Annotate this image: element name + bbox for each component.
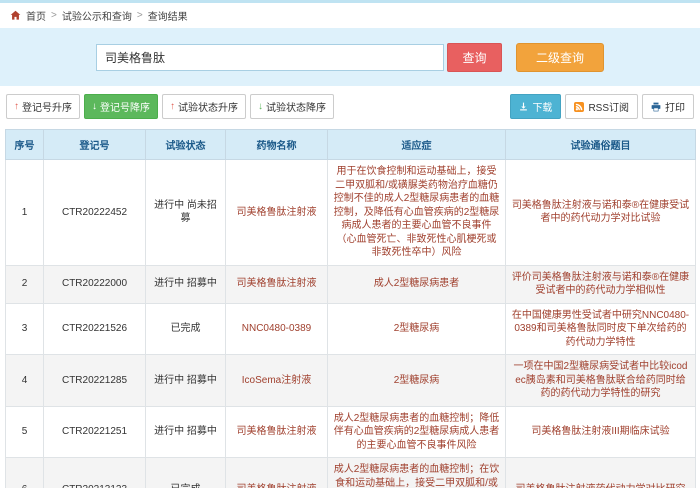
breadcrumb-separator: > [137, 10, 143, 21]
cell-drug-name: 司美格鲁肽注射液 [226, 265, 328, 303]
cell-indication: 成人2型糖尿病患者的血糖控制；在饮食和运动基础上，接受二甲双胍和/或磺脲类药物治… [328, 458, 506, 488]
download-icon [519, 102, 528, 111]
sort-regno-asc-button[interactable]: ↑ 登记号升序 [6, 94, 80, 119]
rss-label: RSS订阅 [588, 99, 629, 114]
table-header-row: 序号 登记号 试验状态 药物名称 适应症 试验通俗题目 [6, 130, 696, 160]
cell-drug-name: 司美格鲁肽注射液 [226, 160, 328, 266]
header-registration-number: 登记号 [44, 130, 146, 160]
rss-icon [574, 102, 584, 112]
printer-icon [651, 102, 661, 112]
cell-trial-title: 一项在中国2型糖尿病受试者中比较icodec胰岛素和司美格鲁肽联合给药同时给药的… [506, 355, 696, 407]
cell-trial-status: 进行中 招募中 [146, 355, 226, 407]
sort-button-label: 登记号降序 [100, 99, 150, 114]
header-drug-name: 药物名称 [226, 130, 328, 160]
query-button[interactable]: 查询 [447, 43, 502, 72]
sort-button-label: 试验状态升序 [178, 99, 238, 114]
header-trial-title: 试验通俗题目 [506, 130, 696, 160]
table-row[interactable]: 4CTR20221285进行中 招募中IcoSema注射液2型糖尿病一项在中国2… [6, 355, 696, 407]
cell-trial-title: 司美格鲁肽注射液药代动力学对比研究 [506, 458, 696, 488]
header-trial-status: 试验状态 [146, 130, 226, 160]
print-label: 打印 [665, 99, 685, 114]
breadcrumb-home[interactable]: 首页 [26, 8, 46, 23]
arrow-down-icon: ↓ [258, 101, 263, 112]
table-row[interactable]: 5CTR20221251进行中 招募中司美格鲁肽注射液成人2型糖尿病患者的血糖控… [6, 406, 696, 458]
table-row[interactable]: 1CTR20222452进行中 尚未招募司美格鲁肽注射液用于在饮食控制和运动基础… [6, 160, 696, 266]
breadcrumb-query-section[interactable]: 试验公示和查询 [62, 8, 132, 23]
search-band: 查询 二级查询 [0, 28, 700, 86]
cell-trial-title: 评价司美格鲁肽注射液与诺和泰®在健康受试者中的药代动力学相似性 [506, 265, 696, 303]
arrow-up-icon: ↑ [14, 101, 19, 112]
cell-trial-title: 司美格鲁肽注射液III期临床试验 [506, 406, 696, 458]
cell-trial-status: 已完成 [146, 303, 226, 355]
sort-button-group: ↑ 登记号升序 ↓ 登记号降序 ↑ 试验状态升序 ↓ 试验状态降序 [6, 94, 338, 119]
cell-no: 2 [6, 265, 44, 303]
secondary-query-button[interactable]: 二级查询 [516, 43, 604, 72]
table-row[interactable]: 6CTR20213123已完成司美格鲁肽注射液成人2型糖尿病患者的血糖控制；在饮… [6, 458, 696, 488]
arrow-up-icon: ↑ [170, 101, 175, 112]
header-no: 序号 [6, 130, 44, 160]
cell-indication: 2型糖尿病 [328, 303, 506, 355]
rss-button[interactable]: RSS订阅 [565, 94, 638, 119]
cell-no: 6 [6, 458, 44, 488]
toolbar: ↑ 登记号升序 ↓ 登记号降序 ↑ 试验状态升序 ↓ 试验状态降序 下载 RSS… [0, 86, 700, 125]
cell-trial-status: 已完成 [146, 458, 226, 488]
cell-registration-number: CTR20213123 [44, 458, 146, 488]
cell-indication: 成人2型糖尿病患者的血糖控制；降低伴有心血管疾病的2型糖尿病成人患者的主要心血管… [328, 406, 506, 458]
download-button[interactable]: 下载 [510, 94, 561, 119]
home-icon [10, 10, 21, 21]
table-row[interactable]: 3CTR20221526已完成NNC0480-03892型糖尿病在中国健康男性受… [6, 303, 696, 355]
cell-drug-name: 司美格鲁肽注射液 [226, 406, 328, 458]
header-indication: 适应症 [328, 130, 506, 160]
download-label: 下载 [532, 99, 552, 114]
breadcrumb-current: 查询结果 [148, 8, 188, 23]
cell-trial-status: 进行中 尚未招募 [146, 160, 226, 266]
cell-indication: 2型糖尿病 [328, 355, 506, 407]
cell-registration-number: CTR20221285 [44, 355, 146, 407]
cell-no: 1 [6, 160, 44, 266]
cell-trial-status: 进行中 招募中 [146, 265, 226, 303]
cell-registration-number: CTR20222452 [44, 160, 146, 266]
cell-indication: 用于在饮食控制和运动基础上，接受二甲双胍和/或磺脲类药物治疗血糖仍控制不佳的成人… [328, 160, 506, 266]
cell-trial-title: 司美格鲁肽注射液与诺和泰®在健康受试者中的药代动力学对比试验 [506, 160, 696, 266]
sort-regno-desc-button[interactable]: ↓ 登记号降序 [84, 94, 158, 119]
cell-no: 5 [6, 406, 44, 458]
sort-status-asc-button[interactable]: ↑ 试验状态升序 [162, 94, 246, 119]
breadcrumb: 首页 > 试验公示和查询 > 查询结果 [0, 3, 700, 28]
cell-drug-name: 司美格鲁肽注射液 [226, 458, 328, 488]
sort-status-desc-button[interactable]: ↓ 试验状态降序 [250, 94, 334, 119]
cell-indication: 成人2型糖尿病患者 [328, 265, 506, 303]
sort-button-label: 试验状态降序 [266, 99, 326, 114]
results-table: 序号 登记号 试验状态 药物名称 适应症 试验通俗题目 1CTR20222452… [5, 129, 696, 488]
cell-no: 4 [6, 355, 44, 407]
cell-drug-name: IcoSema注射液 [226, 355, 328, 407]
breadcrumb-separator: > [51, 10, 57, 21]
results-table-body: 1CTR20222452进行中 尚未招募司美格鲁肽注射液用于在饮食控制和运动基础… [6, 160, 696, 488]
search-input[interactable] [96, 44, 444, 71]
cell-registration-number: CTR20222000 [44, 265, 146, 303]
cell-registration-number: CTR20221251 [44, 406, 146, 458]
print-button[interactable]: 打印 [642, 94, 694, 119]
search-group: 查询 二级查询 [96, 43, 604, 72]
cell-trial-status: 进行中 招募中 [146, 406, 226, 458]
arrow-down-icon: ↓ [92, 101, 97, 112]
cell-registration-number: CTR20221526 [44, 303, 146, 355]
action-button-group: 下载 RSS订阅 打印 [506, 94, 694, 119]
cell-trial-title: 在中国健康男性受试者中研究NNC0480-0389和司美格鲁肽同时皮下单次给药的… [506, 303, 696, 355]
sort-button-label: 登记号升序 [22, 99, 72, 114]
table-row[interactable]: 2CTR20222000进行中 招募中司美格鲁肽注射液成人2型糖尿病患者评价司美… [6, 265, 696, 303]
cell-drug-name: NNC0480-0389 [226, 303, 328, 355]
cell-no: 3 [6, 303, 44, 355]
